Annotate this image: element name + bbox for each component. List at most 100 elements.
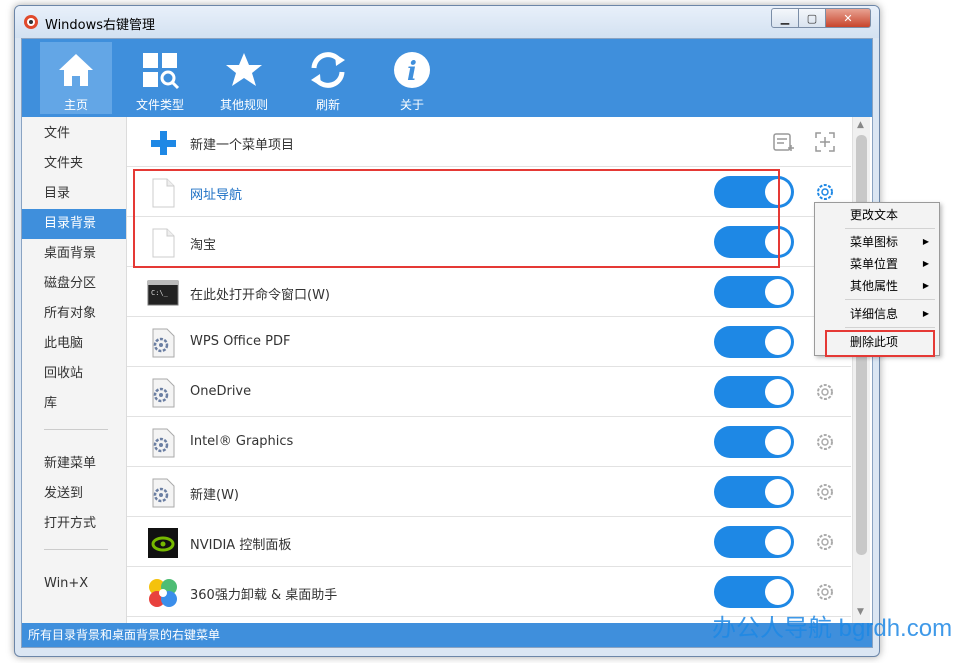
close-button[interactable]: ✕ xyxy=(825,8,871,28)
client-area: 主页 文件类型 其他规则 刷新 i 关于 文件 文件夹 目录 目录背景 桌面背景… xyxy=(21,38,873,648)
new-text-item-icon[interactable] xyxy=(772,131,794,153)
enable-toggle[interactable] xyxy=(714,276,794,308)
menu-separator xyxy=(845,228,935,229)
enable-toggle[interactable] xyxy=(714,326,794,358)
menu-separator xyxy=(845,299,935,300)
blank-file-icon xyxy=(152,228,175,258)
maximize-icon: ▢ xyxy=(806,11,818,25)
gear-icon[interactable] xyxy=(814,581,836,603)
menu-item-label: 网址导航 xyxy=(190,188,243,203)
menu-separator xyxy=(845,327,935,328)
toggle-knob xyxy=(765,179,791,205)
new-item-row[interactable]: 新建一个菜单项目 xyxy=(127,117,851,167)
toolbar-label: 文件类型 xyxy=(135,98,184,112)
menu-icon-submenu[interactable]: 菜单图标 ▶ xyxy=(815,231,939,253)
svg-text:C:\_: C:\_ xyxy=(151,289,169,297)
sidebar-item-open-with[interactable]: 打开方式 xyxy=(22,509,126,539)
menu-item-row[interactable]: WPS Office PDF xyxy=(127,317,851,367)
gear-icon[interactable] xyxy=(814,431,836,453)
sidebar-item-recycle-bin[interactable]: 回收站 xyxy=(22,359,126,389)
toolbar-refresh-button[interactable]: 刷新 xyxy=(292,42,364,114)
menu-change-text[interactable]: 更改文本 xyxy=(815,204,939,226)
app-window: Windows右键管理 ▁ ▢ ✕ 主页 文件类型 其他规则 刷新 i 关于 文… xyxy=(14,5,880,657)
settings-file-icon xyxy=(152,478,175,508)
sidebar-item-directory[interactable]: 目录 xyxy=(22,179,126,209)
cmd-icon: C:\_ xyxy=(147,280,179,306)
menu-item-row[interactable]: 新建(W) xyxy=(127,467,851,517)
toolbar-label: 主页 xyxy=(63,98,88,112)
menu-delete-item[interactable]: 删除此项 xyxy=(815,331,939,353)
menu-item-row[interactable]: NVIDIA 控制面板 xyxy=(127,517,851,567)
sidebar-item-this-pc[interactable]: 此电脑 xyxy=(22,329,126,359)
submenu-arrow-icon: ▶ xyxy=(922,309,929,318)
toolbar-home-button[interactable]: 主页 xyxy=(40,42,112,114)
360-icon xyxy=(149,579,177,607)
sidebar-item-desktop-background[interactable]: 桌面背景 xyxy=(22,239,126,269)
toolbar-other-rules-button[interactable]: 其他规则 xyxy=(208,42,280,114)
menu-item-row[interactable]: 淘宝 xyxy=(127,217,851,267)
sidebar-item-drive[interactable]: 磁盘分区 xyxy=(22,269,126,299)
blank-file-icon xyxy=(152,178,175,208)
menu-item-label: Intel® Graphics xyxy=(190,434,294,449)
enable-toggle[interactable] xyxy=(714,226,794,258)
menu-item-text: 菜单位置 xyxy=(850,257,899,271)
sidebar-item-win-x[interactable]: Win+X xyxy=(22,569,126,599)
toggle-knob xyxy=(765,579,791,605)
minimize-button[interactable]: ▁ xyxy=(771,8,799,28)
menu-position-submenu[interactable]: 菜单位置 ▶ xyxy=(815,253,939,275)
scroll-up-icon[interactable]: ▲ xyxy=(857,120,864,130)
gear-icon[interactable] xyxy=(814,381,836,403)
menu-details-submenu[interactable]: 详细信息 ▶ xyxy=(815,303,939,325)
sidebar-item-new-menu[interactable]: 新建菜单 xyxy=(22,449,126,479)
context-menu: 更改文本 菜单图标 ▶ 菜单位置 ▶ 其他属性 ▶ 详细信息 ▶ 删除此项 xyxy=(814,202,940,356)
home-icon xyxy=(59,54,93,86)
menu-item-text: 菜单图标 xyxy=(850,235,899,249)
menu-item-label: 淘宝 xyxy=(190,238,217,253)
new-item-label: 新建一个菜单项目 xyxy=(190,138,295,153)
sidebar-item-all-objects[interactable]: 所有对象 xyxy=(22,299,126,329)
menu-item-row[interactable]: C:\_ 在此处打开命令窗口(W) xyxy=(127,267,851,317)
toggle-knob xyxy=(765,529,791,555)
gear-icon[interactable] xyxy=(814,181,836,203)
menu-item-row[interactable]: Intel® Graphics xyxy=(127,417,851,467)
menu-item-row[interactable]: OneDrive xyxy=(127,367,851,417)
sidebar-item-folder[interactable]: 文件夹 xyxy=(22,149,126,179)
enable-toggle[interactable] xyxy=(714,476,794,508)
gear-icon[interactable] xyxy=(814,531,836,553)
menu-properties-submenu[interactable]: 其他属性 ▶ xyxy=(815,275,939,297)
sidebar-item-library[interactable]: 库 xyxy=(22,389,126,419)
menu-item-label: NVIDIA 控制面板 xyxy=(190,538,292,553)
toggle-knob xyxy=(765,279,791,305)
toggle-knob xyxy=(765,329,791,355)
settings-file-icon xyxy=(152,328,175,358)
enable-toggle[interactable] xyxy=(714,576,794,608)
gear-icon[interactable] xyxy=(814,481,836,503)
svg-text:i: i xyxy=(407,57,417,87)
menu-item-label: WPS Office PDF xyxy=(190,334,291,349)
vertical-scrollbar[interactable]: ▲ ▼ xyxy=(852,117,870,623)
menu-item-text: 其他属性 xyxy=(850,279,899,293)
title-bar[interactable]: Windows右键管理 ▁ ▢ ✕ xyxy=(15,6,879,38)
sidebar-divider xyxy=(44,549,108,550)
watermark: 办公人导航 bgrdh.com xyxy=(712,615,953,642)
close-icon: ✕ xyxy=(843,11,853,25)
enable-toggle[interactable] xyxy=(714,526,794,558)
sidebar-item-file[interactable]: 文件 xyxy=(22,119,126,149)
toggle-knob xyxy=(765,479,791,505)
menu-item-label: 在此处打开命令窗口(W) xyxy=(190,288,330,303)
toolbar-file-types-button[interactable]: 文件类型 xyxy=(124,42,196,114)
maximize-button[interactable]: ▢ xyxy=(798,8,826,28)
submenu-arrow-icon: ▶ xyxy=(922,237,929,246)
enable-toggle[interactable] xyxy=(714,376,794,408)
menu-item-label: 360强力卸载 & 桌面助手 xyxy=(190,588,338,603)
add-item-icon[interactable] xyxy=(814,131,836,153)
toggle-knob xyxy=(765,379,791,405)
enable-toggle[interactable] xyxy=(714,426,794,458)
menu-item-row[interactable]: 网址导航 xyxy=(127,167,851,217)
toggle-knob xyxy=(765,429,791,455)
sidebar-item-send-to[interactable]: 发送到 xyxy=(22,479,126,509)
sidebar-item-directory-background[interactable]: 目录背景 xyxy=(22,209,126,239)
app-logo-icon xyxy=(24,15,38,29)
enable-toggle[interactable] xyxy=(714,176,794,208)
toolbar-about-button[interactable]: i 关于 xyxy=(376,42,448,114)
